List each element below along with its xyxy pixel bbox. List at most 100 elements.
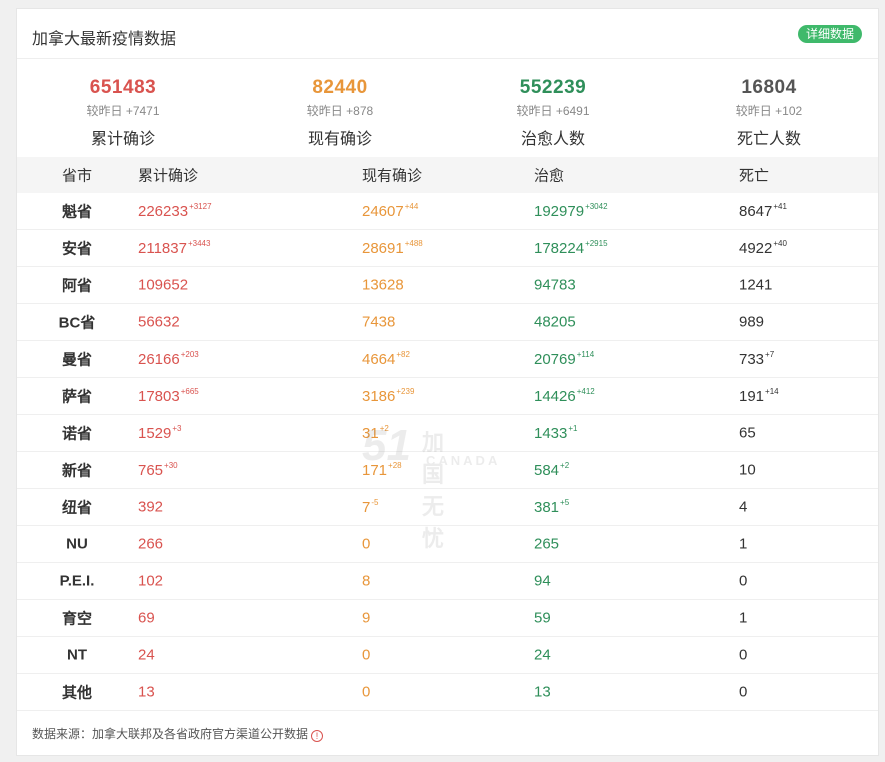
stat-value: 651483 xyxy=(89,77,157,98)
cell-increment: -5 xyxy=(371,498,379,507)
cell-increment: +40 xyxy=(773,239,787,248)
stat-value: 16804 xyxy=(741,77,797,98)
cell-province: 纽省 xyxy=(61,499,92,517)
cell-value: 28691 xyxy=(362,240,404,257)
cell-value: 8647 xyxy=(739,203,773,220)
cell-confirmed: 109652 xyxy=(138,277,188,294)
cell-confirmed: 24 xyxy=(138,647,155,664)
cell-province: NU xyxy=(66,535,88,553)
stat-delta: 较昨日 +102 xyxy=(735,104,803,118)
stat-delta: 较昨日 +7471 xyxy=(86,104,160,118)
cell-recovered: 14426+412 xyxy=(534,387,595,405)
stat-current-confirmed: 82440 较昨日 +878 现有确诊 xyxy=(240,77,440,149)
cell-current: 4664+82 xyxy=(362,350,410,368)
data-source-note: 数据来源：加拿大联邦及各省政府官方渠道公开数据! xyxy=(32,725,324,742)
cell-province: 曼省 xyxy=(61,351,92,369)
cell-confirmed: 765+30 xyxy=(138,461,178,479)
cell-deaths: 4 xyxy=(739,499,747,516)
cell-value: 4664 xyxy=(362,351,396,368)
cell-value: 109652 xyxy=(138,276,189,294)
table-body: 魁省 226233+3127 24607+44 192979+3042 8647+41 安… xyxy=(17,193,878,711)
cell-value: 226233 xyxy=(138,203,189,220)
cell-province: 其他 xyxy=(61,684,92,702)
table-row: 育空 69 9 59 1 xyxy=(17,600,878,637)
stat-delta: 较昨日 +878 xyxy=(306,104,374,118)
stat-label: 死亡人数 xyxy=(736,131,801,148)
cell-value: 381 xyxy=(534,499,560,516)
cell-province: 阿省 xyxy=(61,277,92,295)
cell-value: 191 xyxy=(739,388,765,405)
cell-increment: +3 xyxy=(172,424,182,433)
cell-province: P.E.I. xyxy=(59,572,95,590)
cell-value: 13628 xyxy=(362,276,404,294)
cell-increment: +203 xyxy=(180,350,199,359)
cell-increment: +239 xyxy=(396,387,415,396)
cell-value: 24607 xyxy=(362,203,404,220)
cell-value: 48205 xyxy=(534,313,576,331)
cell-current: 0 xyxy=(362,684,370,701)
cell-value: 1 xyxy=(739,535,748,553)
detail-data-button[interactable]: 详细数据 xyxy=(797,25,862,43)
cell-value: 0 xyxy=(739,572,748,590)
table-row: 安省 211837+3443 28691+488 178224+2915 4922+40 xyxy=(17,230,878,267)
cell-current: 13628 xyxy=(362,277,404,294)
cell-recovered: 192979+3042 xyxy=(534,202,608,220)
cell-recovered: 265 xyxy=(534,536,559,553)
cell-value: 1241 xyxy=(739,276,773,294)
cell-value: 1529 xyxy=(138,425,172,442)
cell-increment: +82 xyxy=(396,350,410,359)
table-row: 曼省 26166+203 4664+82 20769+114 733+7 xyxy=(17,341,878,378)
cell-value: 4 xyxy=(739,498,748,516)
cell-deaths: 65 xyxy=(739,425,756,442)
stat-value: 82440 xyxy=(312,77,368,98)
cell-confirmed: 56632 xyxy=(138,314,180,331)
table-row: NU 266 0 265 1 xyxy=(17,526,878,563)
cell-value: 9 xyxy=(362,609,371,627)
cell-value: 14426 xyxy=(534,388,576,405)
cell-deaths: 1241 xyxy=(739,277,772,294)
cell-value: 69 xyxy=(138,609,155,627)
table-row: 新省 765+30 171+28 584+2 10 xyxy=(17,452,878,489)
cell-recovered: 24 xyxy=(534,647,551,664)
table-row: 其他 13 0 13 0 xyxy=(17,674,878,711)
cell-deaths: 10 xyxy=(739,462,756,479)
cell-recovered: 94783 xyxy=(534,277,576,294)
header-current: 现有确诊 xyxy=(362,167,423,185)
cell-increment: +2 xyxy=(560,461,570,470)
cell-value: 266 xyxy=(138,535,164,553)
stat-value: 552239 xyxy=(519,77,587,98)
cell-value: 26166 xyxy=(138,351,180,368)
cell-increment: +30 xyxy=(164,461,178,470)
cell-deaths: 733+7 xyxy=(739,350,774,368)
cell-recovered: 584+2 xyxy=(534,461,569,479)
cell-increment: +2 xyxy=(379,424,389,433)
cell-confirmed: 69 xyxy=(138,610,155,627)
cell-value: 13 xyxy=(534,683,551,701)
cell-value: 65 xyxy=(739,424,756,442)
cell-value: 192979 xyxy=(534,203,585,220)
summary-stats: 651483 较昨日 +7471 累计确诊 82440 较昨日 +878 现有确… xyxy=(17,59,878,156)
cell-current: 28691+488 xyxy=(362,239,423,257)
cell-value: 989 xyxy=(739,313,765,331)
table-row: 萨省 17803+665 3186+239 14426+412 191+14 xyxy=(17,378,878,415)
cell-increment: +412 xyxy=(576,387,595,396)
cell-increment: +2915 xyxy=(585,239,608,248)
cell-value: 13 xyxy=(138,683,155,701)
cell-value: 4922 xyxy=(739,240,773,257)
cell-value: 3186 xyxy=(362,388,396,405)
table-row: 纽省 392 7-5 381+5 4 xyxy=(17,489,878,526)
cell-deaths: 989 xyxy=(739,314,764,331)
stat-label: 治愈人数 xyxy=(520,131,585,148)
cell-recovered: 20769+114 xyxy=(534,350,594,368)
cell-deaths: 191+14 xyxy=(739,387,779,405)
header-province: 省市 xyxy=(61,167,92,185)
info-icon[interactable]: ! xyxy=(311,730,324,742)
stat-label: 现有确诊 xyxy=(307,131,372,148)
cell-value: 765 xyxy=(138,462,164,479)
header-recovered: 治愈 xyxy=(534,167,565,185)
cell-confirmed: 13 xyxy=(138,684,155,701)
cell-value: 17803 xyxy=(138,388,180,405)
cell-value: 0 xyxy=(362,535,371,553)
card-header: 加拿大最新疫情数据 详细数据 xyxy=(17,9,878,59)
cell-deaths: 1 xyxy=(739,536,747,553)
